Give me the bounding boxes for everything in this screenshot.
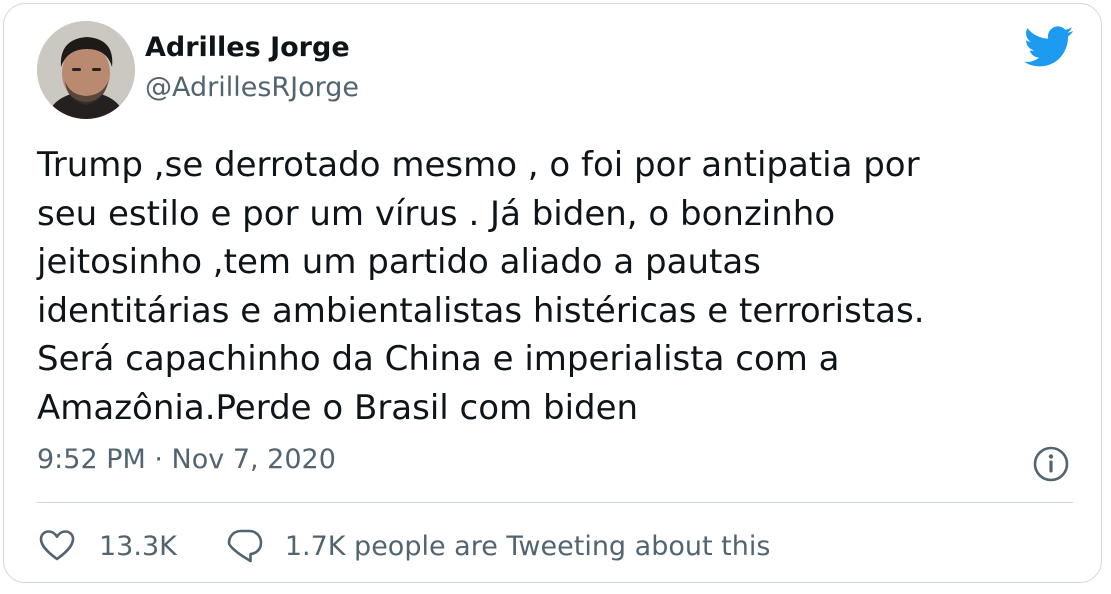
info-icon[interactable] xyxy=(1032,445,1070,483)
author-name[interactable]: Adrilles Jorge xyxy=(145,32,350,63)
tweet-text: Trump ,se derrotado mesmo , o foi por an… xyxy=(37,145,925,428)
reply-count-label: 1.7K people are Tweeting about this xyxy=(284,530,771,562)
speech-bubble-icon xyxy=(225,526,265,566)
like-count: 13.3K xyxy=(99,530,177,562)
tweet-timestamp[interactable]: 9:52 PM · Nov 7, 2020 xyxy=(37,444,336,475)
divider xyxy=(37,502,1073,503)
reply-button[interactable]: 1.7K people are Tweeting about this xyxy=(225,526,771,566)
twitter-bird-icon[interactable] xyxy=(1024,26,1074,68)
tweet-card[interactable]: Adrilles Jorge @AdrillesRJorge Trump ,se… xyxy=(3,3,1102,583)
like-button[interactable]: 13.3K xyxy=(37,526,177,566)
heart-icon xyxy=(37,526,77,566)
author-handle[interactable]: @AdrillesRJorge xyxy=(145,72,359,103)
avatar-image xyxy=(37,21,135,119)
avatar[interactable] xyxy=(37,21,135,119)
action-bar: 13.3K 1.7K people are Tweeting about thi… xyxy=(37,526,770,566)
